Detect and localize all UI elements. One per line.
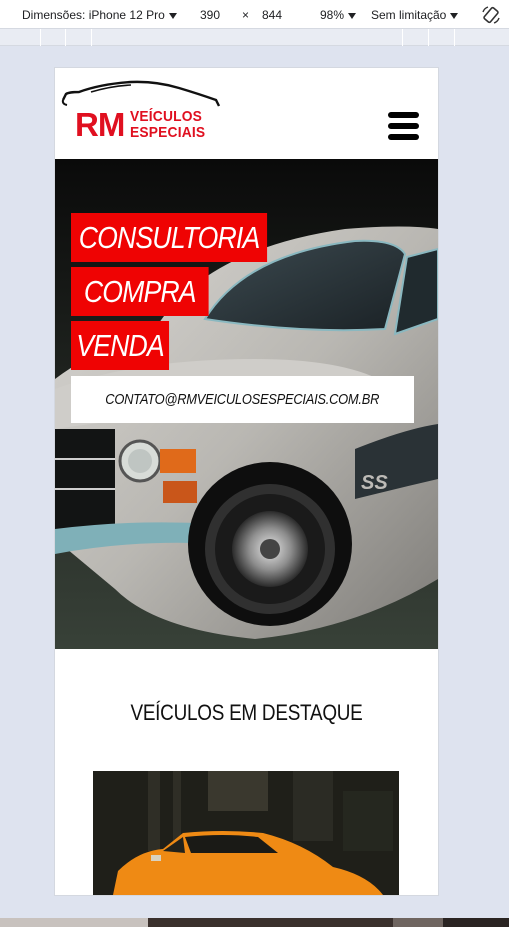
rotate-icon[interactable] xyxy=(481,5,501,25)
throttle-selector[interactable]: Sem limitação xyxy=(371,8,459,22)
svg-text:SS: SS xyxy=(361,472,388,494)
ruler-tick xyxy=(40,29,41,46)
viewport-width-input[interactable]: 390 xyxy=(200,8,220,22)
menu-bar xyxy=(388,123,419,129)
devtools-device-toolbar: Dimensões: iPhone 12 Pro 390 × 844 98% S… xyxy=(0,0,509,29)
strip-segment xyxy=(0,918,148,927)
chevron-down-icon xyxy=(348,12,357,19)
device-selector-label: Dimensões: iPhone 12 Pro xyxy=(22,8,165,22)
ruler-tick xyxy=(454,29,455,46)
chevron-down-icon xyxy=(168,12,177,19)
ruler-tick xyxy=(402,29,403,46)
site-header: RM VEÍCULOS ESPECIAIS xyxy=(55,68,438,159)
menu-bar xyxy=(388,112,419,118)
throttle-label: Sem limitação xyxy=(371,8,447,22)
hero-banner: SS CONSULTORIA COMPRA VENDA CONTATO@RMVE… xyxy=(55,159,438,649)
viewport-height-input[interactable]: 844 xyxy=(262,8,282,22)
hamburger-menu-icon[interactable] xyxy=(388,112,419,140)
site-logo[interactable]: RM VEÍCULOS ESPECIAIS xyxy=(61,80,221,148)
zoom-selector[interactable]: 98% xyxy=(320,8,357,22)
dimension-separator: × xyxy=(242,8,250,22)
contact-email-link[interactable]: CONTATO@RMVEICULOSESPECIAIS.COM.BR xyxy=(71,376,414,423)
ruler-tick xyxy=(65,29,66,46)
zoom-label: 98% xyxy=(320,8,345,22)
logo-line-1: VEÍCULOS xyxy=(130,108,203,125)
tag-compra: COMPRA xyxy=(71,267,209,316)
chevron-down-icon xyxy=(450,12,459,19)
tag-venda: VENDA xyxy=(71,321,170,370)
strip-segment xyxy=(393,918,443,927)
menu-bar xyxy=(388,134,419,140)
logo-line-2: ESPECIAIS xyxy=(130,124,206,141)
device-viewport: RM VEÍCULOS ESPECIAIS SS CONSULTORIA COM… xyxy=(55,68,438,895)
strip-segment xyxy=(148,918,393,927)
ruler-tick xyxy=(91,29,92,46)
contact-email-text: CONTATO@RMVEICULOSESPECIAIS.COM.BR xyxy=(105,391,380,408)
featured-section-title: VEÍCULOS EM DESTAQUE xyxy=(130,700,363,725)
device-selector[interactable]: Dimensões: iPhone 12 Pro xyxy=(22,8,177,22)
bottom-scroll-strip xyxy=(0,918,509,927)
logo-initials: RM xyxy=(75,106,125,143)
ruler-tick xyxy=(428,29,429,46)
tag-consultoria: CONSULTORIA xyxy=(71,213,268,262)
featured-vehicle-card[interactable] xyxy=(93,771,399,895)
media-query-ruler[interactable] xyxy=(0,29,509,46)
featured-vehicle-image xyxy=(93,771,399,895)
